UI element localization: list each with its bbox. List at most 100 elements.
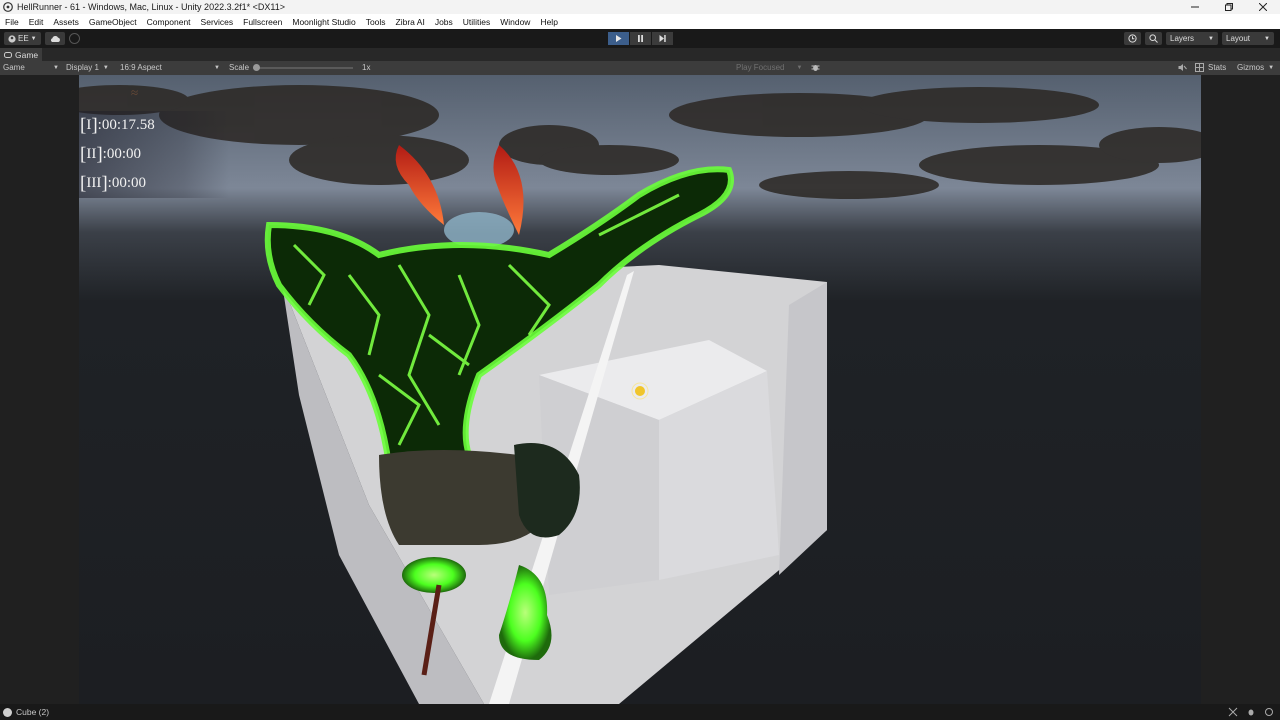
restore-button[interactable] bbox=[1212, 0, 1246, 14]
hierarchy-icon[interactable] bbox=[1228, 707, 1238, 717]
hud-faded-label: ≈ bbox=[131, 85, 139, 100]
scale-slider[interactable] bbox=[253, 63, 354, 71]
window-title-bar: HellRunner - 61 - Windows, Mac, Linux - … bbox=[0, 0, 1280, 14]
layers-label: Layers bbox=[1170, 34, 1195, 43]
bug-report-button[interactable] bbox=[811, 63, 820, 72]
menu-component[interactable]: Component bbox=[142, 17, 196, 27]
game-tab-bar: Game bbox=[0, 48, 1280, 61]
game-view-panel: ≈ [I]:00:17.58 [II]:00:00 [III]:00:00 bbox=[0, 75, 1280, 704]
minimize-icon bbox=[1191, 6, 1199, 8]
pause-button[interactable] bbox=[630, 32, 651, 45]
display-dropdown[interactable]: Display 1 ▼ bbox=[66, 63, 109, 72]
menu-help[interactable]: Help bbox=[535, 17, 562, 27]
menu-jobs[interactable]: Jobs bbox=[430, 17, 458, 27]
timer-value: :00:17.58 bbox=[97, 117, 155, 133]
play-focused-dropdown[interactable]: Play Focused ▼ bbox=[736, 63, 802, 72]
view-mode-label: Game bbox=[3, 63, 25, 72]
step-icon bbox=[659, 35, 666, 42]
menu-file[interactable]: File bbox=[0, 17, 24, 27]
close-button[interactable] bbox=[1246, 0, 1280, 14]
chevron-down-icon: ▼ bbox=[796, 64, 803, 71]
stats-label: Stats bbox=[1208, 63, 1227, 72]
chevron-down-icon: ▼ bbox=[1264, 35, 1270, 42]
timer-row: [II]:00:00 bbox=[79, 140, 229, 169]
mute-audio-button[interactable] bbox=[1178, 63, 1187, 72]
layers-dropdown[interactable]: Layers ▼ bbox=[1166, 32, 1218, 45]
menu-fullscreen[interactable]: Fullscreen bbox=[238, 17, 287, 27]
speaker-mute-icon bbox=[1178, 64, 1187, 71]
menu-services[interactable]: Services bbox=[196, 17, 239, 27]
account-icon bbox=[8, 34, 16, 43]
bug-icon[interactable] bbox=[1246, 707, 1256, 717]
unity-logo-icon bbox=[3, 2, 13, 12]
play-controls bbox=[608, 32, 673, 45]
chevron-down-icon: ▼ bbox=[30, 35, 37, 42]
display-label: Display 1 bbox=[66, 63, 99, 72]
timer-row: [I]:00:17.58 bbox=[79, 111, 229, 140]
menu-window[interactable]: Window bbox=[495, 17, 535, 27]
tab-game[interactable]: Game bbox=[0, 48, 42, 61]
game-view-controls: Game ▼ Display 1 ▼ 16:9 Aspect ▼ Scale 1… bbox=[0, 61, 1280, 75]
menu-tools[interactable]: Tools bbox=[361, 17, 391, 27]
timer-value: :00:00 bbox=[107, 175, 146, 191]
play-icon bbox=[616, 35, 622, 42]
info-icon bbox=[3, 707, 12, 717]
menu-moonlight-studio[interactable]: Moonlight Studio bbox=[287, 17, 360, 27]
collab-icon[interactable] bbox=[68, 33, 80, 44]
aspect-label: 16:9 Aspect bbox=[120, 63, 162, 72]
progress-icon[interactable] bbox=[1264, 707, 1274, 717]
layout-label: Layout bbox=[1226, 34, 1251, 43]
view-mode-dropdown[interactable]: Game ▼ bbox=[3, 63, 59, 72]
bug-icon bbox=[811, 65, 820, 71]
aspect-dropdown[interactable]: 16:9 Aspect ▼ bbox=[120, 63, 220, 72]
account-dropdown[interactable]: EE ▼ bbox=[4, 32, 41, 45]
grid-icon bbox=[1195, 63, 1204, 72]
chevron-down-icon: ▼ bbox=[214, 64, 220, 71]
main-toolbar: EE ▼ Layers ▼ Layout ▼ bbox=[0, 29, 1280, 48]
cloud-button[interactable] bbox=[44, 32, 65, 45]
menu-bar: File Edit Assets GameObject Component Se… bbox=[0, 14, 1280, 29]
game-scene-render bbox=[79, 75, 1201, 704]
chevron-down-icon: ▼ bbox=[53, 64, 59, 71]
close-icon bbox=[1259, 3, 1267, 11]
menu-assets[interactable]: Assets bbox=[48, 17, 84, 27]
account-label: EE bbox=[18, 34, 29, 43]
timer-index: II bbox=[86, 146, 97, 162]
scale-control: Scale 1x bbox=[229, 63, 370, 72]
cloud-icon bbox=[50, 35, 60, 42]
scale-value: 1x bbox=[362, 63, 371, 72]
play-focused-label: Play Focused bbox=[736, 63, 785, 72]
search-icon bbox=[1149, 34, 1158, 43]
chevron-down-icon: ▼ bbox=[102, 64, 109, 71]
timer-index: III bbox=[86, 175, 102, 191]
timer-value: :00:00 bbox=[102, 146, 141, 162]
menu-zibra-ai[interactable]: Zibra AI bbox=[391, 17, 430, 27]
history-icon bbox=[1128, 34, 1137, 43]
game-viewport[interactable]: ≈ [I]:00:17.58 [II]:00:00 [III]:00:00 bbox=[79, 75, 1201, 704]
timer-row: [III]:00:00 bbox=[79, 169, 229, 198]
layout-dropdown[interactable]: Layout ▼ bbox=[1222, 32, 1274, 45]
menu-utilities[interactable]: Utilities bbox=[458, 17, 495, 27]
stats-button[interactable]: Stats bbox=[1195, 63, 1226, 72]
tab-game-label: Game bbox=[15, 49, 39, 60]
timer-hud: [I]:00:17.58 [II]:00:00 [III]:00:00 bbox=[79, 111, 229, 198]
status-bar: Cube (2) bbox=[0, 704, 1280, 720]
step-button[interactable] bbox=[652, 32, 673, 45]
pause-icon bbox=[638, 35, 643, 42]
minimize-button[interactable] bbox=[1178, 0, 1212, 14]
scale-label: Scale bbox=[229, 63, 250, 72]
gizmos-label: Gizmos bbox=[1237, 63, 1265, 72]
chevron-down-icon: ▼ bbox=[1268, 64, 1275, 71]
history-button[interactable] bbox=[1124, 32, 1141, 45]
play-button[interactable] bbox=[608, 32, 629, 45]
menu-gameobject[interactable]: GameObject bbox=[84, 17, 142, 27]
gizmos-dropdown[interactable]: Gizmos ▼ bbox=[1237, 63, 1274, 72]
status-selection[interactable]: Cube (2) bbox=[16, 707, 49, 717]
game-controller-icon bbox=[4, 51, 12, 58]
menu-edit[interactable]: Edit bbox=[24, 17, 49, 27]
restore-icon bbox=[1225, 3, 1233, 11]
scale-slider-handle[interactable] bbox=[253, 63, 261, 71]
search-button[interactable] bbox=[1145, 32, 1162, 45]
chevron-down-icon: ▼ bbox=[1208, 35, 1214, 42]
window-title: HellRunner - 61 - Windows, Mac, Linux - … bbox=[17, 2, 285, 12]
